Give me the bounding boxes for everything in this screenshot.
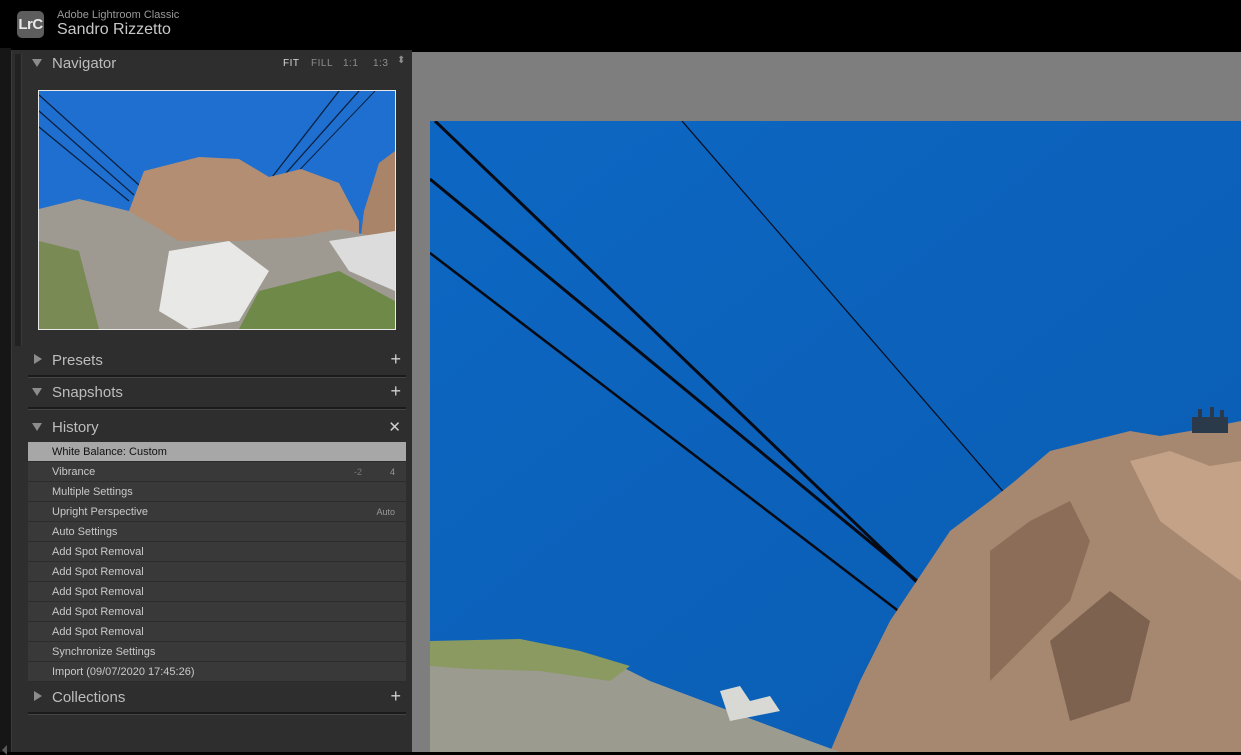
disclosure-right-icon[interactable] — [34, 354, 42, 364]
history-item[interactable]: Synchronize Settings — [28, 642, 406, 662]
history-item[interactable]: Add Spot Removal — [28, 582, 406, 602]
history-item[interactable]: Vibrance -2 4 — [28, 462, 406, 482]
lightroom-logo: LrC — [17, 11, 44, 38]
left-panel-edge[interactable] — [0, 48, 11, 755]
history-list: White Balance: Custom Vibrance -2 4 Multiple… — [28, 442, 406, 682]
history-title: History — [52, 419, 99, 436]
panel-divider — [28, 407, 406, 410]
history-item[interactable]: White Balance: Custom — [28, 442, 406, 462]
zoom-fill-option[interactable]: FILL — [311, 58, 333, 69]
history-item[interactable]: Add Spot Removal — [28, 622, 406, 642]
zoom-1-1-option[interactable]: 1:1 — [343, 58, 358, 69]
left-panel: Navigator FIT FILL 1:1 1:3 ⬍ Presets + S… — [11, 50, 412, 752]
history-item[interactable]: Multiple Settings — [28, 482, 406, 502]
zoom-1-3-option[interactable]: 1:3 — [373, 58, 388, 69]
collapse-left-panel-icon[interactable] — [2, 745, 7, 755]
history-item-value: Auto — [376, 507, 395, 517]
panel-rail — [15, 54, 22, 346]
navigator-preview[interactable] — [38, 90, 396, 330]
history-item-label: Add Spot Removal — [52, 566, 144, 578]
photo-image — [430, 121, 1241, 752]
history-item-value: 4 — [389, 467, 395, 477]
navigator-title: Navigator — [52, 55, 117, 72]
collections-title: Collections — [52, 689, 126, 706]
history-item[interactable]: Upright Perspective Auto — [28, 502, 406, 522]
zoom-stepper-icon[interactable]: ⬍ — [397, 55, 406, 66]
history-item[interactable]: Import (09/07/2020 17:45:26) — [28, 662, 406, 682]
presets-title: Presets — [52, 352, 103, 369]
history-item-label: Add Spot Removal — [52, 586, 144, 598]
navigator-thumbnail — [39, 91, 395, 329]
add-collection-icon[interactable]: + — [390, 686, 401, 707]
history-item-label: Auto Settings — [52, 526, 118, 538]
app-name: Adobe Lightroom Classic — [57, 9, 180, 21]
loupe-view[interactable] — [412, 52, 1241, 752]
zoom-fit-option[interactable]: FIT — [283, 58, 300, 69]
disclosure-right-icon[interactable] — [34, 691, 42, 701]
disclosure-down-icon[interactable] — [32, 423, 42, 431]
history-item-label: Add Spot Removal — [52, 626, 144, 638]
presets-header[interactable]: Presets + — [28, 349, 406, 374]
history-item[interactable]: Add Spot Removal — [28, 542, 406, 562]
snapshots-header[interactable]: Snapshots + — [28, 381, 406, 406]
history-item-label: Multiple Settings — [52, 486, 133, 498]
history-item[interactable]: Add Spot Removal — [28, 562, 406, 582]
add-preset-icon[interactable]: + — [390, 349, 401, 370]
panel-divider — [28, 375, 406, 378]
disclosure-down-icon[interactable] — [32, 59, 42, 67]
main-photo[interactable] — [430, 121, 1241, 752]
history-item[interactable]: Add Spot Removal — [28, 602, 406, 622]
history-item-label: Synchronize Settings — [52, 646, 156, 658]
clear-history-icon[interactable]: ✕ — [388, 418, 401, 436]
history-item-before-value: -2 — [353, 467, 362, 477]
disclosure-down-icon[interactable] — [32, 388, 42, 396]
history-header[interactable]: History ✕ — [28, 417, 406, 441]
history-item[interactable]: Auto Settings — [28, 522, 406, 542]
history-item-label: Vibrance — [52, 466, 96, 478]
identity-plate-user[interactable]: Sandro Rizzetto — [57, 21, 171, 39]
add-snapshot-icon[interactable]: + — [390, 381, 401, 402]
history-item-label: Upright Perspective — [52, 506, 148, 518]
title-bar: LrC Adobe Lightroom Classic Sandro Rizze… — [0, 0, 1241, 48]
history-item-label: Add Spot Removal — [52, 606, 144, 618]
snapshots-title: Snapshots — [52, 384, 123, 401]
history-item-label: Add Spot Removal — [52, 546, 144, 558]
collections-header[interactable]: Collections + — [28, 686, 406, 711]
history-item-label: Import (09/07/2020 17:45:26) — [52, 666, 195, 678]
panel-divider — [28, 712, 406, 715]
history-item-label: White Balance: Custom — [52, 446, 167, 458]
